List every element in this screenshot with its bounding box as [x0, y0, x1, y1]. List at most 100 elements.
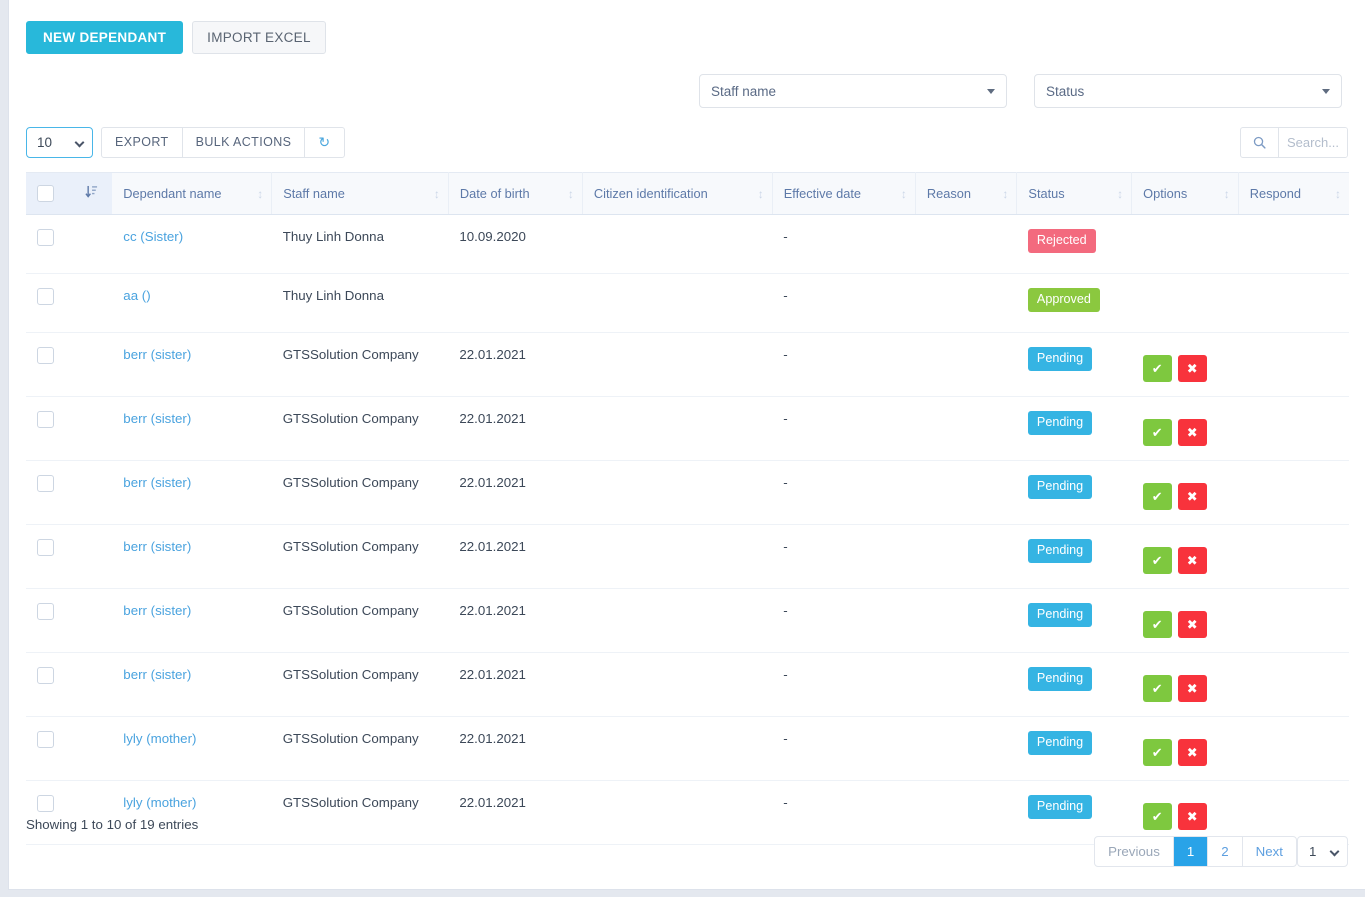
status-badge: Rejected — [1028, 229, 1096, 252]
approve-button[interactable]: ✔ — [1143, 611, 1172, 638]
search-input[interactable] — [1279, 128, 1347, 157]
reject-button[interactable]: ✖ — [1178, 547, 1207, 574]
row-select-cell[interactable] — [26, 461, 74, 525]
cell-respond — [1238, 653, 1349, 717]
row-checkbox[interactable] — [37, 411, 54, 428]
row-checkbox[interactable] — [37, 475, 54, 492]
col-header-status[interactable]: Status ↕ — [1017, 173, 1132, 215]
col-header-citizen-identification[interactable]: Citizen identification ↕ — [582, 173, 772, 215]
row-select-cell[interactable] — [26, 717, 74, 781]
status-filter[interactable]: Status — [1034, 74, 1342, 108]
col-header-staff-name[interactable]: Staff name ↕ — [272, 173, 449, 215]
table-button-group: EXPORT BULK ACTIONS ↻ — [101, 127, 345, 158]
row-select-cell[interactable] — [26, 215, 74, 274]
reject-button[interactable]: ✖ — [1178, 803, 1207, 830]
pagination-previous[interactable]: Previous — [1095, 837, 1174, 866]
row-select-cell[interactable] — [26, 397, 74, 461]
showing-entries-text: Showing 1 to 10 of 19 entries — [26, 817, 198, 832]
col-header-date-of-birth[interactable]: Date of birth ↕ — [448, 173, 582, 215]
dependant-name-link[interactable]: lyly (mother) — [123, 795, 196, 810]
table-row: lyly (mother)GTSSolution Company22.01.20… — [26, 717, 1349, 781]
row-checkbox[interactable] — [37, 229, 54, 246]
sort-icon: ↕ — [1117, 188, 1122, 200]
col-header-effective-date[interactable]: Effective date ↕ — [772, 173, 915, 215]
cell-status: Pending — [1017, 589, 1132, 653]
cell-reason — [915, 215, 1017, 274]
row-select-cell[interactable] — [26, 274, 74, 333]
search-box — [1240, 127, 1348, 158]
col-header-reason[interactable]: Reason ↕ — [915, 173, 1017, 215]
row-spacer-cell — [74, 717, 113, 781]
row-checkbox[interactable] — [37, 795, 54, 812]
col-label: Options — [1143, 186, 1187, 201]
approve-button[interactable]: ✔ — [1143, 739, 1172, 766]
cell-effective-date: - — [772, 397, 915, 461]
row-checkbox[interactable] — [37, 731, 54, 748]
cell-dependant-name: berr (sister) — [112, 397, 271, 461]
cell-effective-date: - — [772, 333, 915, 397]
dependant-name-link[interactable]: berr (sister) — [123, 347, 191, 362]
export-button[interactable]: EXPORT — [102, 128, 183, 157]
col-header-respond[interactable]: Respond ↕ — [1238, 173, 1349, 215]
reject-button[interactable]: ✖ — [1178, 355, 1207, 382]
row-checkbox[interactable] — [37, 539, 54, 556]
approve-button[interactable]: ✔ — [1143, 547, 1172, 574]
check-icon: ✔ — [1152, 745, 1163, 761]
col-header-options[interactable]: Options ↕ — [1132, 173, 1239, 215]
select-all-checkbox[interactable] — [37, 185, 54, 202]
dependant-name-link[interactable]: berr (sister) — [123, 603, 191, 618]
approve-button[interactable]: ✔ — [1143, 419, 1172, 446]
import-excel-button[interactable]: IMPORT EXCEL — [192, 21, 326, 54]
row-checkbox[interactable] — [37, 347, 54, 364]
col-label: Status — [1028, 186, 1064, 201]
approve-button[interactable]: ✔ — [1143, 675, 1172, 702]
row-checkbox[interactable] — [37, 603, 54, 620]
cell-citizen-identification — [582, 525, 772, 589]
dependant-name-link[interactable]: cc (Sister) — [123, 229, 183, 244]
cell-status: Pending — [1017, 525, 1132, 589]
reject-button[interactable]: ✖ — [1178, 675, 1207, 702]
sort-icon: ↕ — [901, 188, 906, 200]
row-checkbox[interactable] — [37, 667, 54, 684]
row-checkbox[interactable] — [37, 288, 54, 305]
new-dependant-button[interactable]: NEW DEPENDANT — [26, 21, 183, 54]
refresh-button[interactable]: ↻ — [305, 128, 343, 157]
staff-name-filter[interactable]: Staff name — [699, 74, 1007, 108]
row-select-cell[interactable] — [26, 333, 74, 397]
page-jump-select[interactable]: 1 — [1297, 836, 1348, 867]
row-select-cell[interactable] — [26, 781, 74, 845]
row-select-cell[interactable] — [26, 653, 74, 717]
dependant-name-link[interactable]: berr (sister) — [123, 475, 191, 490]
bulk-actions-button[interactable]: BULK ACTIONS — [183, 128, 306, 157]
page-length-select[interactable]: 10 — [26, 127, 93, 158]
cell-status: Pending — [1017, 397, 1132, 461]
table-row: berr (sister)GTSSolution Company22.01.20… — [26, 461, 1349, 525]
approve-button[interactable]: ✔ — [1143, 483, 1172, 510]
cell-effective-date: - — [772, 461, 915, 525]
reject-button[interactable]: ✖ — [1178, 419, 1207, 446]
pagination-page-1[interactable]: 1 — [1174, 837, 1208, 866]
row-select-cell[interactable] — [26, 525, 74, 589]
col-label: Date of birth — [460, 186, 530, 201]
row-select-cell[interactable] — [26, 589, 74, 653]
times-icon: ✖ — [1187, 617, 1198, 633]
reject-button[interactable]: ✖ — [1178, 611, 1207, 638]
dependant-name-link[interactable]: berr (sister) — [123, 539, 191, 554]
pagination-next[interactable]: Next — [1243, 837, 1296, 866]
pagination-page-2[interactable]: 2 — [1208, 837, 1242, 866]
cell-citizen-identification — [582, 653, 772, 717]
dependant-name-link[interactable]: lyly (mother) — [123, 731, 196, 746]
dependant-name-link[interactable]: berr (sister) — [123, 411, 191, 426]
reject-button[interactable]: ✖ — [1178, 739, 1207, 766]
approve-button[interactable]: ✔ — [1143, 803, 1172, 830]
cell-effective-date: - — [772, 215, 915, 274]
dependant-name-link[interactable]: aa () — [123, 288, 150, 303]
dependant-name-link[interactable]: berr (sister) — [123, 667, 191, 682]
search-button[interactable] — [1241, 128, 1279, 157]
approve-button[interactable]: ✔ — [1143, 355, 1172, 382]
row-sort-header[interactable] — [74, 173, 113, 215]
reject-button[interactable]: ✖ — [1178, 483, 1207, 510]
select-all-header[interactable] — [26, 173, 74, 215]
chevron-down-icon — [75, 138, 85, 148]
col-header-dependant-name[interactable]: Dependant name ↕ — [112, 173, 271, 215]
